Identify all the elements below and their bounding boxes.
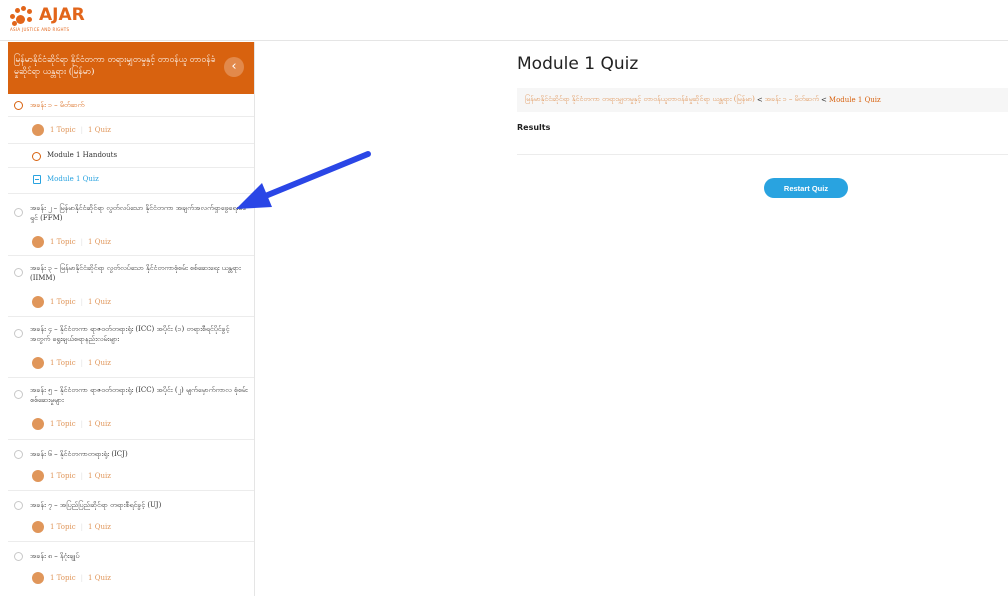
- breadcrumb-separator: <: [756, 96, 763, 104]
- course-title-header: မြန်မာနိုင်ငံဆိုင်ရာ နိုင်ငံတကာ တရားမျှတ…: [8, 42, 254, 94]
- sun-logo-icon: [10, 6, 36, 26]
- progress-ring-icon: [14, 268, 23, 277]
- breadcrumb-course-link[interactable]: မြန်မာနိုင်ငံဆိုင်ရာ နိုင်ငံတကာ တရားမျှတ…: [525, 95, 755, 105]
- sidebar-lesson-3[interactable]: အခန်း ၃ – မြန်မာနိုင်ငံဆိုင်ရာ လွတ်လပ်သေ…: [8, 256, 254, 317]
- progress-ring-icon: [14, 450, 23, 459]
- lesson-title: အခန်း ၃ – မြန်မာနိုင်ငံဆိုင်ရာ လွတ်လပ်သေ…: [30, 264, 241, 282]
- quiz-count[interactable]: 1 Quiz: [88, 238, 111, 246]
- sidebar-lesson-6[interactable]: အခန်း ၆ – နိုင်ငံတကာတရားရုံး (ICJ) 1 Top…: [8, 440, 254, 491]
- topic-count[interactable]: 1 Topic: [50, 126, 76, 134]
- progress-ring-icon: [14, 501, 23, 510]
- progress-ring-icon: [14, 101, 23, 110]
- quiz-count[interactable]: 1 Quiz: [88, 359, 111, 367]
- quiz-count[interactable]: 1 Quiz: [88, 420, 111, 428]
- progress-blob-icon: [32, 572, 44, 584]
- quiz-count[interactable]: 1 Quiz: [88, 126, 111, 134]
- sidebar-lesson-5[interactable]: အခန်း ၅ – နိုင်ငံတကာ ရာဇဝတ်တရားရုံး (ICC…: [8, 378, 254, 440]
- lesson-title: အခန်း ၂ – မြန်မာနိုင်ငံဆိုင်ရာ လွတ်လပ်သေ…: [30, 204, 247, 222]
- progress-blob-icon: [32, 521, 44, 533]
- lesson-title: အခန်း ၇ – အပြည်ပြည်ဆိုင်ရာ တရားစီရင်ခွင့…: [30, 501, 162, 509]
- course-title: မြန်မာနိုင်ငံဆိုင်ရာ နိုင်ငံတကာ တရားမျှတ…: [14, 55, 216, 77]
- page-title: Module 1 Quiz: [517, 54, 639, 74]
- module-quiz-label: Module 1 Quiz: [47, 175, 99, 183]
- sidebar-item-module-quiz[interactable]: Module 1 Quiz: [8, 168, 254, 194]
- progress-blob-icon: [32, 124, 44, 136]
- topic-count[interactable]: 1 Topic: [50, 359, 76, 367]
- quiz-count[interactable]: 1 Quiz: [88, 574, 111, 582]
- progress-ring-icon: [14, 552, 23, 561]
- collapse-sidebar-icon[interactable]: ‹: [224, 57, 244, 77]
- lesson-title: အခန်း ၆ – နိုင်ငံတကာတရားရုံး (ICJ): [30, 450, 128, 458]
- quiz-count[interactable]: 1 Quiz: [88, 472, 111, 480]
- progress-ring-icon: [14, 329, 23, 338]
- breadcrumb-separator: <: [821, 96, 827, 104]
- breadcrumb: မြန်မာနိုင်ငံဆိုင်ရာ နိုင်ငံတကာ တရားမျှတ…: [517, 88, 1008, 112]
- lesson-title: အခန်း ၄ – နိုင်ငံတကာ ရာဇဝတ်တရားရုံး (ICC…: [30, 325, 230, 343]
- lesson-title: အခန်း ၁ – မိတ်ဆက်: [30, 101, 85, 109]
- sidebar-lesson-2[interactable]: အခန်း ၂ – မြန်မာနိုင်ငံဆိုင်ရာ လွတ်လပ်သေ…: [8, 194, 254, 256]
- topic-count[interactable]: 1 Topic: [50, 298, 76, 306]
- progress-blob-icon: [32, 236, 44, 248]
- progress-blob-icon: [32, 357, 44, 369]
- breadcrumb-current[interactable]: Module 1 Quiz: [829, 96, 881, 104]
- progress-blob-icon: [32, 470, 44, 482]
- progress-blob-icon: [32, 418, 44, 430]
- ajar-logo[interactable]: AJAR: [10, 6, 85, 26]
- sidebar-lesson-1[interactable]: အခန်း ၁ – မိတ်ဆက်: [8, 94, 254, 117]
- handouts-label: Module 1 Handouts: [47, 151, 118, 159]
- quiz-count[interactable]: 1 Quiz: [88, 298, 111, 306]
- breadcrumb-lesson-link[interactable]: အခန်း ၁ – မိတ်ဆက်: [765, 95, 819, 105]
- progress-blob-icon: [32, 296, 44, 308]
- restart-quiz-button[interactable]: Restart Quiz: [764, 178, 848, 198]
- progress-ring-icon: [14, 208, 23, 217]
- topic-count[interactable]: 1 Topic: [50, 238, 76, 246]
- site-header: AJAR ASIA JUSTICE AND RIGHTS: [0, 0, 1008, 41]
- lesson-meta-row: 1 Topic | 1 Quiz: [8, 117, 254, 144]
- lesson-title: အခန်း ၅ – နိုင်ငံတကာ ရာဇဝတ်တရားရုံး (ICC…: [30, 386, 248, 404]
- sidebar-item-handouts[interactable]: Module 1 Handouts: [8, 144, 254, 168]
- logo-tagline: ASIA JUSTICE AND RIGHTS: [10, 27, 70, 32]
- sidebar-lesson-8[interactable]: အခန်း ၈ – နိဂုံးချုပ် 1 Topic | 1 Quiz: [8, 542, 254, 593]
- logo-text: AJAR: [39, 5, 85, 25]
- lesson-title: အခန်း ၈ – နိဂုံးချုပ်: [30, 552, 80, 560]
- topic-count[interactable]: 1 Topic: [50, 523, 76, 531]
- divider: [517, 154, 1008, 155]
- topic-count[interactable]: 1 Topic: [50, 472, 76, 480]
- progress-ring-icon: [14, 390, 23, 399]
- progress-ring-icon: [32, 152, 41, 161]
- quiz-count[interactable]: 1 Quiz: [88, 523, 111, 531]
- topic-count[interactable]: 1 Topic: [50, 574, 76, 582]
- quiz-doc-icon: [33, 175, 41, 184]
- sidebar-lesson-4[interactable]: အခန်း ၄ – နိုင်ငံတကာ ရာဇဝတ်တရားရုံး (ICC…: [8, 317, 254, 378]
- sidebar-lesson-7[interactable]: အခန်း ၇ – အပြည်ပြည်ဆိုင်ရာ တရားစီရင်ခွင့…: [8, 491, 254, 542]
- topic-count[interactable]: 1 Topic: [50, 420, 76, 428]
- results-heading: Results: [517, 123, 551, 132]
- course-sidebar: မြန်မာနိုင်ငံဆိုင်ရာ နိုင်ငံတကာ တရားမျှတ…: [8, 42, 255, 596]
